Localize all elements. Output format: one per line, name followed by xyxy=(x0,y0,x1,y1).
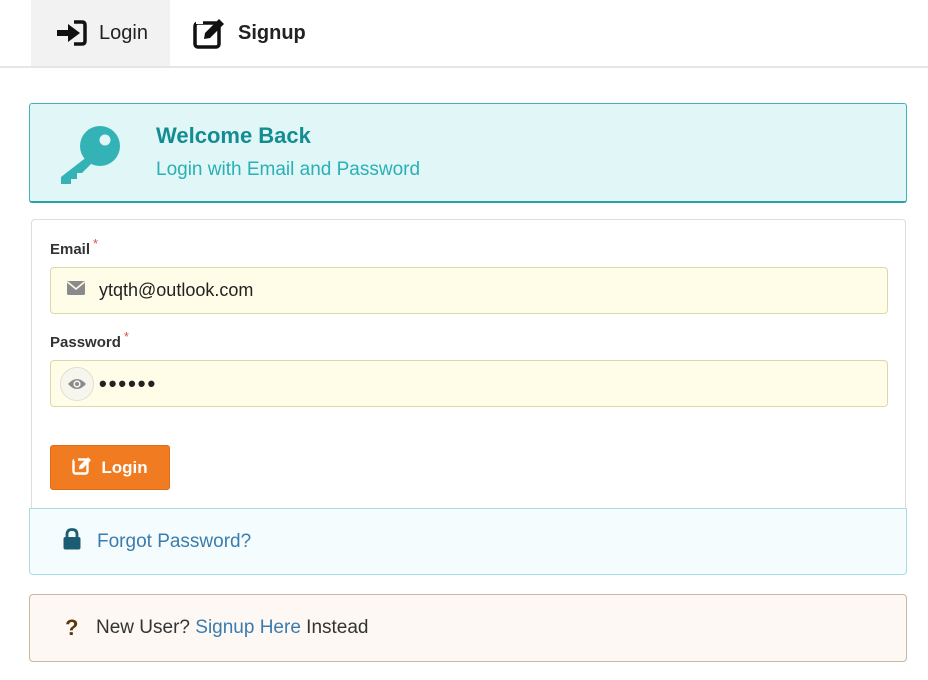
sign-in-icon xyxy=(55,20,87,46)
question-icon: ? xyxy=(65,615,79,640)
password-label: Password * xyxy=(50,329,129,351)
edit-icon xyxy=(72,456,93,480)
tab-login-label: Login xyxy=(99,21,148,44)
signup-here-link[interactable]: Signup Here xyxy=(195,617,301,638)
new-user-text: New User? Signup Here Instead xyxy=(96,617,369,638)
key-icon xyxy=(58,124,122,191)
edit-icon xyxy=(192,17,228,49)
email-value: ytqth@outlook.com xyxy=(99,280,254,300)
password-field[interactable]: •••••• xyxy=(50,360,888,407)
welcome-banner: Welcome Back Login with Email and Passwo… xyxy=(29,103,907,203)
new-user-box: ? New User? Signup Here Instead xyxy=(29,594,907,662)
login-button-label: Login xyxy=(101,457,148,477)
tab-login[interactable]: Login xyxy=(31,0,170,66)
login-form: Email * ytqth@outlook.com Password * •••••… xyxy=(31,219,906,509)
password-value: •••••• xyxy=(99,370,158,396)
login-button[interactable]: Login xyxy=(50,445,170,490)
banner-title: Welcome Back xyxy=(156,123,311,148)
email-field[interactable]: ytqth@outlook.com xyxy=(50,267,888,314)
tab-signup-label: Signup xyxy=(238,21,306,44)
required-marker: * xyxy=(123,329,129,344)
required-marker: * xyxy=(93,236,99,251)
forgot-password-link[interactable]: Forgot Password? xyxy=(97,531,251,553)
tab-signup[interactable]: Signup xyxy=(170,0,320,66)
lock-icon xyxy=(63,528,81,555)
email-label: Email * xyxy=(50,236,99,258)
eye-icon[interactable] xyxy=(60,366,94,401)
top-tab-bar: Login Signup xyxy=(0,0,928,68)
forgot-password-box: Forgot Password? xyxy=(29,508,907,575)
envelope-icon xyxy=(66,281,86,300)
banner-subtitle: Login with Email and Password xyxy=(156,159,421,180)
